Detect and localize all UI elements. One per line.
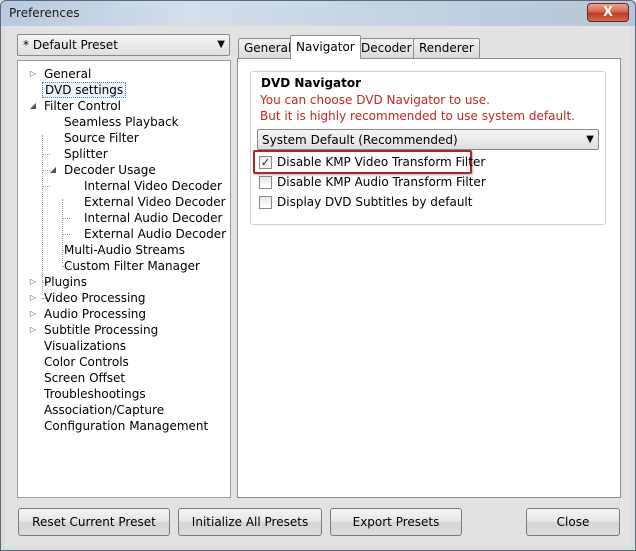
navigator-note-line2: But it is highly recommended to use syst…: [260, 109, 575, 123]
tree-item-custom-filter-manager[interactable]: Custom Filter Manager: [64, 258, 200, 274]
tree-item-screen-offset[interactable]: Screen Offset: [44, 370, 125, 386]
tree-item-label: Decoder Usage: [64, 163, 156, 177]
expand-icon[interactable]: ▷: [28, 274, 38, 290]
tree-connector: [42, 135, 43, 295]
tree-connector: [62, 218, 70, 219]
tree-item-general[interactable]: ▷ General: [28, 66, 91, 82]
tree-item-label: Screen Offset: [44, 371, 126, 385]
navigator-tab-panel: DVD Navigator You can choose DVD Navigat…: [237, 58, 621, 498]
tree-item-label: Seamless Playback: [64, 115, 179, 129]
tree-item-label: Custom Filter Manager: [64, 259, 200, 273]
window-title: Preferences: [9, 6, 80, 20]
preset-value: * Default Preset: [23, 38, 118, 52]
tree-item-label: Troubleshootings: [44, 387, 146, 401]
tree-item-multi-audio-streams[interactable]: Multi-Audio Streams: [64, 242, 185, 258]
checkbox-checked-icon[interactable]: ✓: [259, 156, 272, 169]
tree-item-label: Audio Processing: [44, 307, 146, 321]
tree-item-label: Color Controls: [44, 355, 129, 369]
tree-item-association-capture[interactable]: Association/Capture: [44, 402, 164, 418]
expand-icon[interactable]: ▷: [28, 66, 38, 82]
tree-connector: [62, 234, 70, 235]
checkbox-label: Disable KMP Audio Transform Filter: [277, 175, 486, 189]
export-presets-button[interactable]: Export Presets: [330, 508, 462, 536]
checkbox-label: Disable KMP Video Transform Filter: [277, 155, 486, 169]
tree-item-label: Configuration Management: [44, 419, 209, 433]
tab-navigator[interactable]: Navigator: [290, 35, 361, 59]
checkbox-unchecked-icon[interactable]: [259, 196, 272, 209]
tab-renderer[interactable]: Renderer: [413, 38, 480, 58]
checkbox-unchecked-icon[interactable]: [259, 176, 272, 189]
tree-item-audio-processing[interactable]: ▷ Audio Processing: [28, 306, 146, 322]
dvd-navigator-select[interactable]: System Default (Recommended) ▼: [257, 129, 599, 150]
checkbox-label: Display DVD Subtitles by default: [277, 195, 473, 209]
preset-dropdown[interactable]: * Default Preset ▼: [17, 34, 230, 56]
tree-item-external-audio-decoder[interactable]: External Audio Decoder: [84, 226, 226, 242]
tree-item-dvd-settings[interactable]: DVD settings: [42, 82, 127, 98]
window-close-button[interactable]: X: [587, 3, 629, 22]
dialog-client: * Default Preset ▼ ▷ General DVD setting…: [5, 26, 631, 546]
tree-item-label: Source Filter: [64, 131, 139, 145]
tree-item-internal-video-decoder[interactable]: Internal Video Decoder: [84, 178, 222, 194]
tree-item-plugins[interactable]: ▷ Plugins: [28, 274, 87, 290]
tree-item-visualizations[interactable]: Visualizations: [44, 338, 126, 354]
collapse-icon[interactable]: ◢: [28, 98, 38, 114]
tree-item-color-controls[interactable]: Color Controls: [44, 354, 129, 370]
tree-item-video-processing[interactable]: ▷ Video Processing: [28, 290, 146, 306]
tree-item-source-filter[interactable]: Source Filter: [64, 130, 139, 146]
navigator-note-line1: You can choose DVD Navigator to use.: [260, 93, 490, 107]
tree-item-label: General: [44, 67, 92, 81]
tree-item-splitter[interactable]: Splitter: [64, 146, 108, 162]
tree-connector: [62, 199, 63, 263]
tree-connector: [42, 154, 50, 155]
tree-item-label: External Video Decoder: [84, 195, 226, 209]
dvd-navigator-value: System Default (Recommended): [262, 133, 458, 147]
preferences-window: Preferences X * Default Preset ▼ ▷ Gener…: [0, 0, 636, 551]
tree-item-troubleshootings[interactable]: Troubleshootings: [44, 386, 146, 402]
tree-connector: [42, 186, 50, 187]
expand-icon[interactable]: ▷: [28, 306, 38, 322]
tree-item-configuration-management[interactable]: Configuration Management: [44, 418, 208, 434]
tree-item-label: Multi-Audio Streams: [64, 243, 185, 257]
tree-item-label: DVD settings: [42, 82, 127, 98]
expand-icon[interactable]: ▷: [28, 290, 38, 306]
collapse-icon[interactable]: ◢: [48, 162, 58, 178]
tree-item-filter-control[interactable]: ◢ Filter Control: [28, 98, 121, 114]
tree-item-label: Plugins: [44, 275, 87, 289]
tree-item-label: Video Processing: [44, 291, 146, 305]
tree-item-label: Internal Audio Decoder: [84, 211, 223, 225]
tree-item-external-video-decoder[interactable]: External Video Decoder: [84, 194, 226, 210]
initialize-all-presets-button[interactable]: Initialize All Presets: [178, 508, 322, 536]
group-title: DVD Navigator: [259, 76, 364, 90]
tab-general[interactable]: General: [238, 38, 298, 58]
tree-item-label: External Audio Decoder: [84, 227, 227, 241]
tree-item-decoder-usage[interactable]: ◢ Decoder Usage: [48, 162, 156, 178]
chevron-down-icon: ▼: [586, 134, 594, 145]
tab-decoder[interactable]: Decoder: [355, 38, 418, 58]
tree-item-label: Visualizations: [44, 339, 127, 353]
close-button[interactable]: Close: [526, 508, 620, 536]
tree-item-label: Splitter: [64, 147, 108, 161]
tree-item-label: Filter Control: [44, 99, 121, 113]
tree-item-label: Association/Capture: [44, 403, 165, 417]
dvd-navigator-group: DVD Navigator You can choose DVD Navigat…: [250, 71, 606, 225]
tree-item-internal-audio-decoder[interactable]: Internal Audio Decoder: [84, 210, 222, 226]
expand-icon[interactable]: ▷: [28, 322, 38, 338]
chevron-down-icon: ▼: [217, 39, 225, 50]
settings-tree[interactable]: ▷ General DVD settings ◢ Filter Control …: [17, 60, 231, 498]
tree-item-label: Internal Video Decoder: [84, 179, 222, 193]
reset-current-preset-button[interactable]: Reset Current Preset: [18, 508, 170, 536]
tree-item-subtitle-processing[interactable]: ▷ Subtitle Processing: [28, 322, 158, 338]
title-bar[interactable]: Preferences X: [1, 1, 635, 26]
tree-item-seamless-playback[interactable]: Seamless Playback: [64, 114, 179, 130]
tree-item-label: Subtitle Processing: [44, 323, 159, 337]
